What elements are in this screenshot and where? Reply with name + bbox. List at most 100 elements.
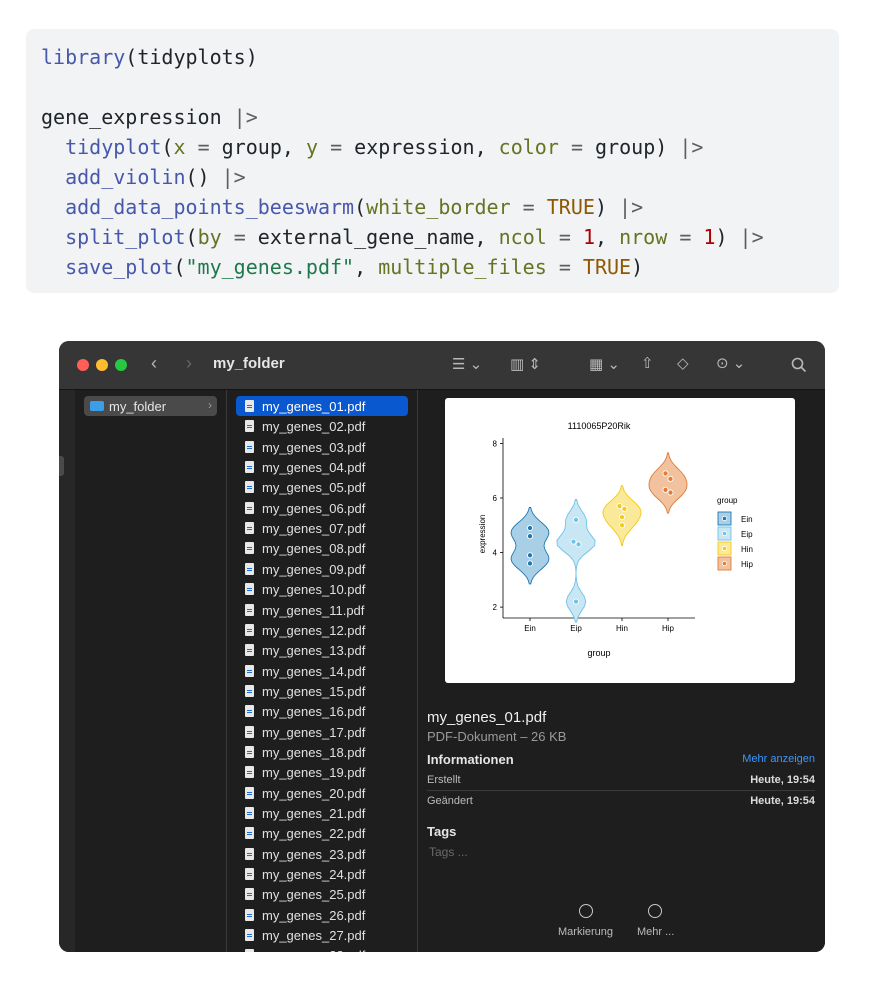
code-token: 1 xyxy=(703,225,716,249)
file-row[interactable]: my_genes_25.pdf xyxy=(236,884,408,904)
modified-value: Heute, 19:54 xyxy=(750,795,815,807)
file-row[interactable]: my_genes_23.pdf xyxy=(236,844,408,864)
column-view-icon[interactable]: ▥ ⇕ xyxy=(510,357,541,373)
file-row[interactable]: my_genes_07.pdf xyxy=(236,518,408,538)
code-token: add_violin xyxy=(65,165,186,189)
sidebar-handle[interactable] xyxy=(59,456,64,476)
file-row[interactable]: my_genes_13.pdf xyxy=(236,640,408,660)
file-row[interactable]: my_genes_10.pdf xyxy=(236,579,408,599)
file-label: my_genes_10.pdf xyxy=(262,582,366,598)
file-label: my_genes_28.pdf xyxy=(262,948,365,952)
legend-title: group xyxy=(717,496,738,505)
file-row[interactable]: my_genes_21.pdf xyxy=(236,803,408,823)
file-label: my_genes_21.pdf xyxy=(262,806,366,821)
pdf-file-icon xyxy=(245,745,254,758)
file-label: my_genes_26.pdf xyxy=(262,907,366,923)
group-icon[interactable]: ▦ ⌄ xyxy=(589,357,620,373)
list-view-icon[interactable]: ☰ ⌄ xyxy=(452,357,482,373)
folder-label: my_folder xyxy=(109,399,167,414)
file-row[interactable]: my_genes_11.pdf xyxy=(236,600,408,620)
pdf-file-icon xyxy=(245,481,254,494)
file-label: my_genes_22.pdf xyxy=(262,826,366,842)
file-row[interactable]: my_genes_16.pdf xyxy=(236,701,408,721)
file-label: my_genes_14.pdf xyxy=(262,663,366,679)
file-label: my_genes_19.pdf xyxy=(262,765,366,781)
folder-icon xyxy=(90,401,104,411)
pdf-file-icon xyxy=(245,786,254,799)
code-token: external_gene_name xyxy=(257,225,475,249)
pdf-thumbnail[interactable]: 2 4 6 8 Ein Eip Hin Hip 1110065P20Rik group expres… xyxy=(445,398,795,683)
folder-column: my_folder › xyxy=(75,390,227,952)
search-icon[interactable] xyxy=(791,357,807,373)
file-row[interactable]: my_genes_05.pdf xyxy=(236,477,408,497)
file-row[interactable]: my_genes_20.pdf xyxy=(236,783,408,803)
file-row[interactable]: my_genes_27.pdf xyxy=(236,925,408,945)
file-row[interactable]: my_genes_28.pdf xyxy=(236,945,408,952)
legend-label: Ein xyxy=(741,515,753,524)
file-row[interactable]: my_genes_17.pdf xyxy=(236,722,408,742)
close-button[interactable] xyxy=(77,359,89,371)
tags-input[interactable]: Tags ... xyxy=(429,845,468,859)
y-tick-label: 6 xyxy=(493,494,498,503)
file-label: my_genes_27.pdf xyxy=(262,928,366,944)
file-row[interactable]: my_genes_14.pdf xyxy=(236,661,408,681)
code-token: white_border xyxy=(366,195,511,219)
more-icon[interactable]: ⊙ ⌄ xyxy=(716,356,745,372)
code-token: library xyxy=(41,45,126,69)
toolbar: ‹ › my_folder ☰ ⌄ ▥ ⇕ ▦ ⌄ ⇧ ◇ ⊙ ⌄ xyxy=(59,341,825,390)
file-row[interactable]: my_genes_18.pdf xyxy=(236,742,408,762)
file-row[interactable]: my_genes_08.pdf xyxy=(236,538,408,558)
file-row[interactable]: my_genes_26.pdf xyxy=(236,905,408,925)
code-token: |> xyxy=(233,105,258,129)
zoom-button[interactable] xyxy=(115,359,127,371)
legend-point xyxy=(721,560,728,567)
more-actions-icon[interactable] xyxy=(648,904,662,918)
file-label: my_genes_05.pdf xyxy=(262,480,366,496)
code-token: x xyxy=(173,135,186,159)
file-label: my_genes_11.pdf xyxy=(262,602,365,618)
pdf-file-icon xyxy=(245,623,254,636)
file-row[interactable]: my_genes_01.pdf xyxy=(236,396,408,416)
x-tick-label: Hin xyxy=(616,624,628,633)
file-kind: PDF-Dokument – 26 KB xyxy=(427,729,567,744)
file-row[interactable]: my_genes_02.pdf xyxy=(236,416,408,436)
show-more-link[interactable]: Mehr anzeigen xyxy=(742,753,815,765)
folder-row[interactable]: my_folder › xyxy=(84,396,217,416)
file-row[interactable]: my_genes_19.pdf xyxy=(236,762,408,782)
file-row[interactable]: my_genes_22.pdf xyxy=(236,823,408,843)
markup-button[interactable]: Markierung xyxy=(558,926,613,938)
data-point xyxy=(570,538,577,545)
code-token: nrow xyxy=(619,225,668,249)
share-icon[interactable]: ⇧ xyxy=(641,356,654,372)
file-row[interactable]: my_genes_04.pdf xyxy=(236,457,408,477)
legend-label: Eip xyxy=(741,530,753,539)
file-row[interactable]: my_genes_12.pdf xyxy=(236,620,408,640)
file-label: my_genes_12.pdf xyxy=(262,622,366,638)
pdf-file-icon xyxy=(245,929,254,942)
forward-icon[interactable]: › xyxy=(186,354,192,372)
legend-label: Hip xyxy=(741,560,754,569)
legend-point xyxy=(721,530,728,537)
pdf-file-icon xyxy=(245,888,254,901)
file-row[interactable]: my_genes_09.pdf xyxy=(236,559,408,579)
data-point xyxy=(662,470,669,477)
code-token: |> xyxy=(739,225,764,249)
pdf-file-icon xyxy=(245,827,254,840)
pdf-file-icon xyxy=(245,908,254,921)
pdf-file-icon xyxy=(245,603,254,616)
file-label: my_genes_17.pdf xyxy=(262,724,366,740)
file-row[interactable]: my_genes_03.pdf xyxy=(236,437,408,457)
minimize-button[interactable] xyxy=(96,359,108,371)
file-row[interactable]: my_genes_24.pdf xyxy=(236,864,408,884)
tag-icon[interactable]: ◇ xyxy=(677,356,689,372)
markup-icon[interactable] xyxy=(579,904,593,918)
file-row[interactable]: my_genes_15.pdf xyxy=(236,681,408,701)
pdf-file-icon xyxy=(245,562,254,575)
pdf-file-icon xyxy=(245,725,254,738)
code-token: gene_expression xyxy=(41,105,222,129)
more-button[interactable]: Mehr ... xyxy=(637,926,674,938)
back-icon[interactable]: ‹ xyxy=(151,354,157,372)
chevron-right-icon: › xyxy=(208,398,212,412)
file-row[interactable]: my_genes_06.pdf xyxy=(236,498,408,518)
code-token: split_plot xyxy=(65,225,186,249)
